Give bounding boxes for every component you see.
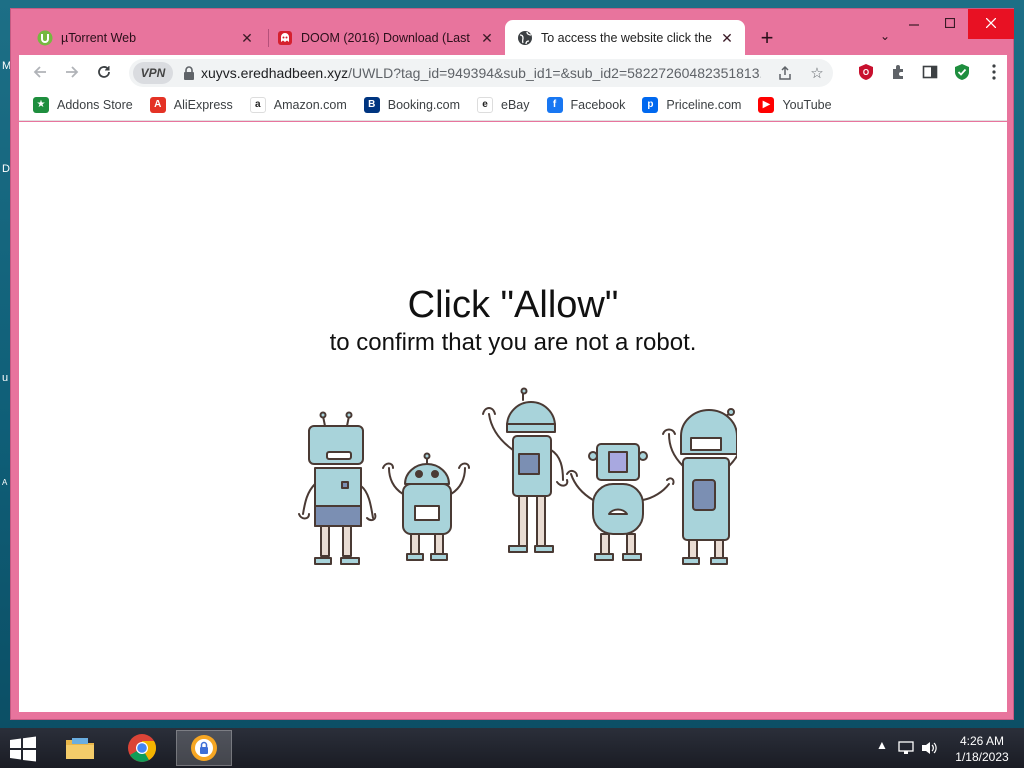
lock-browser-icon <box>191 735 217 761</box>
browser-window: µTorrent Web ✕ DOOM (2016) Download (Las… <box>10 8 1014 720</box>
bookmark-booking-com[interactable]: B Booking.com <box>363 96 461 113</box>
desktop-icon-label-fragment: u <box>2 372 9 384</box>
volume-icon[interactable] <box>920 740 938 756</box>
file-explorer-icon <box>66 738 94 759</box>
show-hidden-icons-chevron-icon[interactable]: ▲ <box>876 738 888 752</box>
extensions-puzzle-icon[interactable] <box>887 61 909 83</box>
desktop-icon-label-fragment: D <box>2 163 10 175</box>
taskbar-chrome[interactable] <box>114 730 170 766</box>
robots-illustration <box>298 387 737 565</box>
bookmarks-bar: ★ Addons Store A AliExpress a Amazon.com B Book… <box>19 89 1007 121</box>
bookmark-label: Amazon.com <box>273 97 347 112</box>
windows-start-icon[interactable] <box>8 736 38 762</box>
tab-title: To access the website click the "A <box>541 30 713 45</box>
url-text[interactable]: xuyvs.eredhadbeen.xyz/UWLD?tag_id=949394… <box>201 65 761 81</box>
tab-search-button[interactable]: ⌄ <box>875 29 895 49</box>
maximize-button[interactable] <box>932 9 968 39</box>
amazon-icon: a <box>249 96 266 113</box>
ublock-extension-icon[interactable]: O <box>855 61 877 83</box>
forward-arrow-icon <box>66 66 79 78</box>
tab-doom-download[interactable]: DOOM (2016) Download (Last Ve ✕ <box>265 20 505 55</box>
robot-figure <box>662 408 737 565</box>
bookmark-amazon-com[interactable]: a Amazon.com <box>249 96 347 113</box>
reload-icon <box>98 66 110 78</box>
bookmark-youtube[interactable]: ▶ YouTube <box>758 96 832 113</box>
new-tab-button[interactable]: + <box>755 27 779 51</box>
bookmark-priceline-com[interactable]: p Priceline.com <box>642 96 742 113</box>
back-arrow-icon <box>33 66 46 78</box>
desktop-icon-label-fragment: A <box>2 478 8 487</box>
window-close-button[interactable] <box>968 9 1014 39</box>
bookmark-star-icon[interactable]: ☆ <box>807 63 827 83</box>
taskbar-privacy-browser[interactable] <box>176 730 232 766</box>
bookmark-ebay[interactable]: e eBay <box>477 96 530 113</box>
addons-store-icon: ★ <box>33 96 49 113</box>
address-bar[interactable]: VPN xuyvs.eredhadbeen.xyz/UWLD?tag_id=94… <box>129 59 833 87</box>
vpn-button[interactable]: VPN <box>133 62 173 84</box>
robot-figure <box>298 411 377 565</box>
robot-figure <box>566 443 675 561</box>
utorrent-icon <box>37 30 53 46</box>
taskbar-file-explorer[interactable] <box>52 730 108 766</box>
maximize-icon <box>944 17 956 29</box>
bookmark-facebook[interactable]: f Facebook <box>546 96 626 113</box>
bookmark-label: Facebook <box>570 97 626 112</box>
bookmark-label: Addons Store <box>57 97 133 112</box>
shield-check-extension-icon[interactable] <box>951 61 973 83</box>
close-tab-icon[interactable]: ✕ <box>239 30 255 46</box>
bookmark-label: AliExpress <box>173 97 233 112</box>
minimize-button[interactable] <box>896 9 932 39</box>
page-content: Click "Allow" to confirm that you are no… <box>19 122 1007 712</box>
back-button[interactable] <box>29 61 51 83</box>
facebook-icon: f <box>546 96 563 113</box>
youtube-icon: ▶ <box>758 96 775 113</box>
close-tab-icon[interactable]: ✕ <box>719 30 735 46</box>
lock-icon[interactable] <box>183 66 195 80</box>
bookmark-label: Priceline.com <box>666 97 742 112</box>
forward-button[interactable] <box>61 61 83 83</box>
clock-date: 1/18/2023 <box>955 750 1009 764</box>
tab-title: DOOM (2016) Download (Last Ve <box>301 30 473 45</box>
url-path: /UWLD?tag_id=949394&sub_id1=&sub_id2=582… <box>348 65 761 81</box>
tab-strip: µTorrent Web ✕ DOOM (2016) Download (Las… <box>11 9 1014 55</box>
minimize-icon <box>909 24 919 26</box>
svg-text:O: O <box>863 68 869 77</box>
bookmark-label: YouTube <box>782 97 832 112</box>
bookmark-addons-store[interactable]: ★ Addons Store <box>33 96 133 113</box>
clock-time: 4:26 AM <box>959 734 1005 748</box>
taskbar: ▲ 4:26 AM 1/18/2023 <box>0 728 1024 768</box>
browser-toolbar: VPN xuyvs.eredhadbeen.xyz/UWLD?tag_id=94… <box>19 55 1007 89</box>
globe-icon <box>517 30 533 46</box>
booking-icon: B <box>363 96 380 113</box>
priceline-icon: p <box>642 96 659 113</box>
side-panel-icon[interactable] <box>919 61 941 83</box>
bookmark-aliexpress[interactable]: A AliExpress <box>149 96 233 113</box>
page-subline: to confirm that you are not a robot. <box>329 329 697 356</box>
chrome-icon <box>128 734 156 762</box>
ebay-icon: e <box>477 96 494 113</box>
page-headline: Click "Allow" <box>407 284 619 326</box>
url-host: xuyvs.eredhadbeen.xyz <box>201 65 349 81</box>
robot-figure <box>482 387 569 553</box>
doom-ghost-icon <box>277 30 293 46</box>
menu-kebab-icon[interactable] <box>983 61 1005 83</box>
tab-title: µTorrent Web <box>61 30 137 45</box>
network-icon[interactable] <box>898 741 914 755</box>
close-tab-icon[interactable]: ✕ <box>479 30 495 46</box>
robot-figure <box>382 452 470 561</box>
aliexpress-icon: A <box>149 96 166 113</box>
reload-button[interactable] <box>93 61 115 83</box>
system-clock[interactable]: 4:26 AM 1/18/2023 <box>950 733 1014 765</box>
share-icon[interactable] <box>775 63 795 83</box>
bookmark-label: Booking.com <box>387 97 461 112</box>
tab-utorrent[interactable]: µTorrent Web ✕ <box>25 20 265 55</box>
close-icon <box>985 17 997 29</box>
bookmark-label: eBay <box>501 97 530 112</box>
tab-active-robot-check[interactable]: To access the website click the "A ✕ <box>505 20 745 55</box>
